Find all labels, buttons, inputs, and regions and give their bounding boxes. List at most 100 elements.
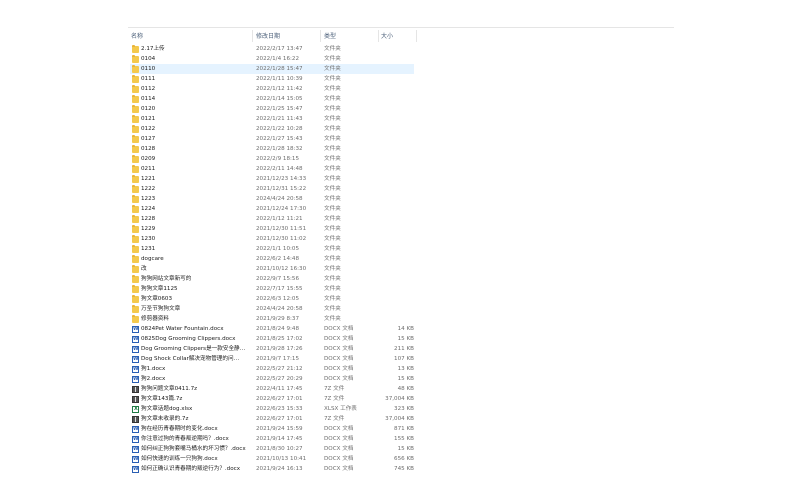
file-row[interactable]: 狗1.docx 2022/5/27 21:12 DOCX 文档 13 KB: [130, 364, 414, 374]
folder-row[interactable]: 0104 2022/1/4 16:22 文件夹: [130, 54, 414, 64]
word-document-icon: [132, 345, 139, 353]
folder-row[interactable]: 0112 2022/1/12 11:42 文件夹: [130, 84, 414, 94]
modified-date: 2022/6/3 12:05: [256, 296, 300, 302]
modified-date: 2021/9/29 8:37: [256, 316, 300, 322]
modified-date: 2021/12/30 11:51: [256, 226, 307, 232]
folder-row[interactable]: 0111 2022/1/11 10:39 文件夹: [130, 74, 414, 84]
folder-row[interactable]: 1228 2022/1/12 11:21 文件夹: [130, 214, 414, 224]
folder-row[interactable]: 0110 2022/1/28 15:47 文件夹: [130, 64, 414, 74]
file-name: 0211: [141, 166, 156, 172]
modified-date: 2022/9/7 15:56: [256, 276, 300, 282]
folder-row[interactable]: 0120 2022/1/25 15:47 文件夹: [130, 104, 414, 114]
file-type: 文件夹: [324, 206, 341, 212]
file-type: 文件夹: [324, 116, 341, 122]
file-name: 狗狗网站文章新写的: [141, 276, 192, 282]
file-name: 狗狗问题文章0411.7z: [141, 386, 198, 392]
folder-row[interactable]: 0122 2022/1/22 10:28 文件夹: [130, 124, 414, 134]
file-row[interactable]: 狗狗问题文章0411.7z 2022/4/11 17:45 7Z 文件 48 KB: [130, 384, 414, 394]
file-name: 1228: [141, 216, 156, 222]
file-type: 文件夹: [324, 136, 341, 142]
folder-row[interactable]: 1221 2021/12/23 14:33 文件夹: [130, 174, 414, 184]
file-size: 37,004 KB: [385, 416, 414, 422]
modified-date: 2021/8/30 10:27: [256, 446, 303, 452]
file-row[interactable]: 0824Pet Water Fountain.docx 2021/8/24 9:4…: [130, 324, 414, 334]
file-name: 0110: [141, 66, 156, 72]
file-row[interactable]: 狗文章未收录的.7z 2022/6/27 17:01 7Z 文件 37,004 KB: [130, 414, 414, 424]
file-row[interactable]: 如何纠正狗狗套嘴马桶水的坏习惯？.docx 2021/8/30 10:27 DOCX…: [130, 444, 414, 454]
file-row[interactable]: 如何正确认识青春期的叛逆行为？.docx 2021/9/24 16:13 DOCX …: [130, 464, 414, 474]
file-name: 狗在经历青春期时的变化.docx: [141, 426, 218, 432]
column-header-name[interactable]: 名称: [131, 31, 143, 43]
folder-row[interactable]: 狗狗文章1125 2022/7/17 15:55 文件夹: [130, 284, 414, 294]
modified-date: 2022/6/2 14:48: [256, 256, 300, 262]
file-row[interactable]: 狗在经历青春期时的变化.docx 2021/9/24 15:59 DOCX 文档 87…: [130, 424, 414, 434]
file-row[interactable]: 你注意过狗的青春叛逆期吗？.docx 2021/9/14 17:45 DOCX 文档…: [130, 434, 414, 444]
column-separator[interactable]: [378, 30, 379, 42]
folder-row[interactable]: 0211 2022/2/11 14:48 文件夹: [130, 164, 414, 174]
file-type: 文件夹: [324, 46, 341, 52]
folder-row[interactable]: 1230 2021/12/30 11:02 文件夹: [130, 234, 414, 244]
folder-row[interactable]: 狗文章0603 2022/6/3 12:05 文件夹: [130, 294, 414, 304]
modified-date: 2022/1/14 15:05: [256, 96, 303, 102]
folder-icon: [132, 144, 139, 153]
folder-row[interactable]: 狗狗网站文章新写的 2022/9/7 15:56 文件夹: [130, 274, 414, 284]
column-separator[interactable]: [416, 30, 417, 42]
folder-row[interactable]: 1222 2021/12/31 15:22 文件夹: [130, 184, 414, 194]
file-name: 1222: [141, 186, 156, 192]
file-size: 15 KB: [397, 376, 414, 382]
folder-row[interactable]: 0128 2022/1/28 18:32 文件夹: [130, 144, 414, 154]
file-size: 323 KB: [394, 406, 414, 412]
file-row[interactable]: Dog Shock Collar解决宠物管理的问… 2021/9/7 17:15 D…: [130, 354, 414, 364]
modified-date: 2021/12/31 15:22: [256, 186, 307, 192]
file-type: 文件夹: [324, 226, 341, 232]
modified-date: 2021/9/24 15:59: [256, 426, 303, 432]
column-header-size[interactable]: 大小: [381, 31, 393, 43]
column-separator[interactable]: [252, 30, 253, 42]
column-header-date[interactable]: 修改日期: [256, 31, 280, 43]
column-separator[interactable]: [320, 30, 321, 42]
file-name: 0128: [141, 146, 156, 152]
file-row[interactable]: 狗文章143篇.7z 2022/6/27 17:01 7Z 文件 37,004 KB: [130, 394, 414, 404]
file-type: 文件夹: [324, 186, 341, 192]
folder-icon: [132, 74, 139, 83]
file-type: 文件夹: [324, 246, 341, 252]
modified-date: 2022/7/17 15:55: [256, 286, 303, 292]
modified-date: 2022/2/17 13:47: [256, 46, 303, 52]
file-type: 文件夹: [324, 56, 341, 62]
folder-row[interactable]: 1229 2021/12/30 11:51 文件夹: [130, 224, 414, 234]
folder-row[interactable]: 0127 2022/1/27 15:43 文件夹: [130, 134, 414, 144]
folder-row[interactable]: 1231 2022/1/1 10:05 文件夹: [130, 244, 414, 254]
folder-icon: [132, 154, 139, 163]
folder-row[interactable]: 2.17上传 2022/2/17 13:47 文件夹: [130, 44, 414, 54]
file-row[interactable]: 如何快速的训练一只狗狗.docx 2021/10/13 10:41 DOCX 文档 6…: [130, 454, 414, 464]
folder-row[interactable]: 0114 2022/1/14 15:05 文件夹: [130, 94, 414, 104]
modified-date: 2022/6/23 15:33: [256, 406, 303, 412]
file-size: 871 KB: [394, 426, 414, 432]
file-type: 7Z 文件: [324, 416, 345, 422]
folder-row[interactable]: 修剪器资料 2021/9/29 8:37 文件夹: [130, 314, 414, 324]
file-row[interactable]: 狗2.docx 2022/5/27 20:29 DOCX 文档 15 KB: [130, 374, 414, 384]
file-row[interactable]: Dog Grooming Clippers是一款安全静… 2021/9/28 17…: [130, 344, 414, 354]
folder-row[interactable]: 万圣节狗狗文章 2024/4/24 20:58 文件夹: [130, 304, 414, 314]
folder-icon: [132, 274, 139, 283]
word-document-icon: [132, 325, 139, 333]
folder-row[interactable]: 1224 2021/12/24 17:30 文件夹: [130, 204, 414, 214]
file-row[interactable]: 狗文章话题dog.xlsx 2022/6/23 15:33 XLSX 工作表 323 …: [130, 404, 414, 414]
file-size: 37,004 KB: [385, 396, 414, 402]
folder-row[interactable]: 0121 2022/1/21 11:43 文件夹: [130, 114, 414, 124]
file-type: 文件夹: [324, 96, 341, 102]
column-header-type[interactable]: 类型: [324, 31, 336, 43]
folder-row[interactable]: 0209 2022/2/9 18:15 文件夹: [130, 154, 414, 164]
file-type: 文件夹: [324, 296, 341, 302]
modified-date: 2024/4/24 20:58: [256, 196, 303, 202]
file-size: 48 KB: [397, 386, 414, 392]
folder-row[interactable]: 1223 2024/4/24 20:58 文件夹: [130, 194, 414, 204]
modified-date: 2021/9/7 17:15: [256, 356, 300, 362]
file-type: 文件夹: [324, 126, 341, 132]
file-row[interactable]: 0825Dog Grooming Clippers.docx 2021/8/25 …: [130, 334, 414, 344]
folder-row[interactable]: dogcare 2022/6/2 14:48 文件夹: [130, 254, 414, 264]
file-type: DOCX 文档: [324, 436, 354, 442]
modified-date: 2022/1/28 18:32: [256, 146, 303, 152]
folder-row[interactable]: 改 2021/10/12 16:30 文件夹: [130, 264, 414, 274]
modified-date: 2022/6/27 17:01: [256, 416, 303, 422]
